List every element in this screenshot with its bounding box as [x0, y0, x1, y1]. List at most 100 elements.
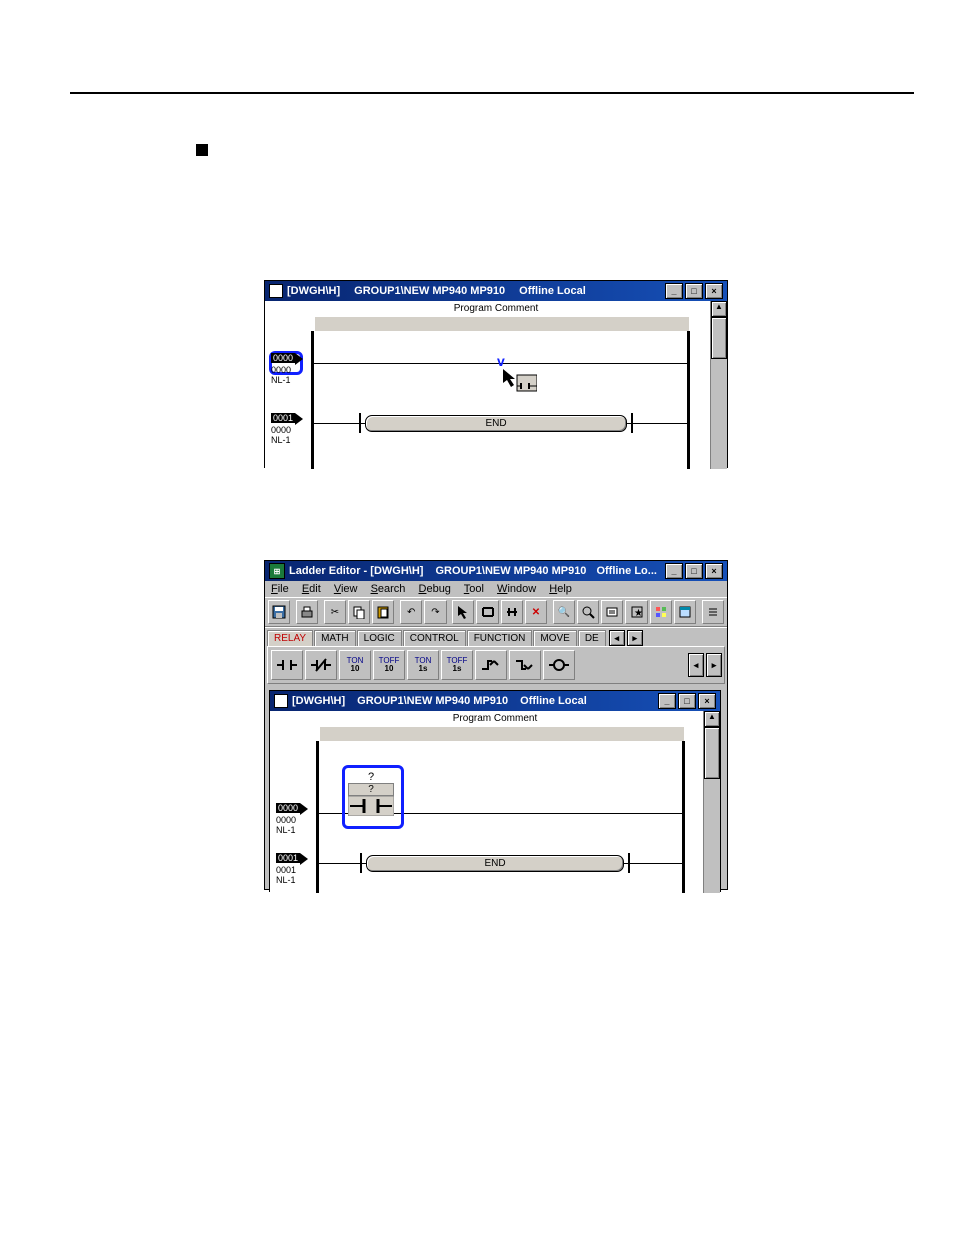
rung-0-tag[interactable]: 0000 0000 NL-1	[271, 353, 303, 385]
menu-search[interactable]: Search	[371, 583, 406, 595]
palette-button-row: TON10 TOFF10 TON1s TOFF1s ◂ ▸	[267, 646, 725, 684]
title-bar[interactable]: [DWGH\H] GROUP1\NEW MP940 MP910 Offline …	[265, 281, 727, 301]
svg-text:★: ★	[634, 608, 643, 619]
no-contact-button[interactable]	[271, 650, 303, 680]
document-icon	[269, 284, 283, 298]
end-instruction[interactable]: END	[365, 415, 627, 432]
rung-1-tag[interactable]: 0001 0001 NL-1	[276, 853, 308, 885]
ladder-canvas[interactable]: Program Comment 0000 0000 NL-1 v	[265, 301, 727, 469]
scroll-up-button[interactable]: ▲	[711, 301, 727, 317]
redo-button[interactable]: ↷	[424, 600, 446, 624]
title-status: Offline Local	[520, 695, 587, 707]
contact-comment-unknown: ?	[348, 771, 394, 783]
menu-debug[interactable]: Debug	[419, 583, 451, 595]
nc-contact-button[interactable]	[305, 650, 337, 680]
title-path: GROUP1\NEW MP940 MP910	[354, 285, 505, 297]
title-path: GROUP1\NEW MP940 MP910	[435, 565, 586, 577]
toff10-button[interactable]: TOFF10	[373, 650, 405, 680]
title-path: GROUP1\NEW MP940 MP910	[357, 695, 508, 707]
document-icon	[274, 694, 288, 708]
menu-tool[interactable]: Tool	[464, 583, 484, 595]
print-button[interactable]	[296, 600, 318, 624]
branch-button[interactable]	[476, 600, 498, 624]
paste-button[interactable]	[372, 600, 394, 624]
drag-cursor-icon	[503, 369, 537, 395]
zoom-button[interactable]	[577, 600, 599, 624]
app-title-bar[interactable]: ⊞ Ladder Editor - [DWGH\H] GROUP1\NEW MP…	[265, 561, 727, 581]
cut-button[interactable]: ✂	[324, 600, 346, 624]
minimize-button[interactable]: _	[658, 693, 676, 709]
falling-edge-button[interactable]	[509, 650, 541, 680]
tab-logic[interactable]: LOGIC	[357, 630, 402, 646]
left-power-rail	[311, 331, 314, 469]
child-title-bar[interactable]: [DWGH\H] GROUP1\NEW MP940 MP910 Offline …	[270, 691, 720, 711]
drop-marker-icon: v	[497, 353, 505, 369]
end-instruction[interactable]: END	[366, 855, 624, 872]
title-prefix: [DWGH\H]	[292, 695, 345, 707]
tab-de[interactable]: DE	[578, 630, 606, 646]
program-comment-label: Program Comment	[265, 303, 727, 314]
rung-0-tag[interactable]: 0000 0000 NL-1	[276, 803, 308, 835]
program-comment-bar[interactable]	[315, 317, 689, 331]
find-button[interactable]: 🔍	[553, 600, 575, 624]
main-toolbar: ✂ ↶ ↷ ✕ 🔍 ★	[265, 597, 727, 627]
rung-button[interactable]	[501, 600, 523, 624]
copy-button[interactable]	[348, 600, 370, 624]
ladder-canvas[interactable]: Program Comment 0000 0000 NL-1 ? ?	[270, 711, 720, 893]
comment-button[interactable]	[601, 600, 623, 624]
right-power-rail	[682, 741, 685, 893]
tab-move[interactable]: MOVE	[533, 630, 576, 646]
tab-relay[interactable]: RELAY	[267, 630, 313, 646]
bullet	[196, 144, 208, 156]
tab-scroll-right[interactable]: ▸	[627, 630, 643, 646]
pointer-button[interactable]	[452, 600, 474, 624]
vertical-scrollbar[interactable]: ▲	[710, 301, 727, 469]
palette-scroll-left[interactable]: ◂	[688, 653, 704, 677]
menu-help[interactable]: Help	[549, 583, 572, 595]
list-button[interactable]	[702, 600, 724, 624]
close-button[interactable]: ×	[698, 693, 716, 709]
window-button[interactable]	[674, 600, 696, 624]
scroll-thumb[interactable]	[711, 317, 727, 359]
close-button[interactable]: ×	[705, 283, 723, 299]
tab-scroll-left[interactable]: ◂	[609, 630, 625, 646]
ladder-editor-window: ⊞ Ladder Editor - [DWGH\H] GROUP1\NEW MP…	[264, 560, 728, 890]
title-status: Offline Lo...	[596, 565, 657, 577]
menu-file[interactable]: File	[271, 583, 289, 595]
undo-button[interactable]: ↶	[400, 600, 422, 624]
program-comment-bar[interactable]	[320, 727, 684, 741]
rung-1-tag[interactable]: 0001 0000 NL-1	[271, 413, 303, 445]
vertical-scrollbar[interactable]: ▲	[703, 711, 720, 893]
ton10-button[interactable]: TON10	[339, 650, 371, 680]
minimize-button[interactable]: _	[665, 283, 683, 299]
ton1s-button[interactable]: TON1s	[407, 650, 439, 680]
minimize-button[interactable]: _	[665, 563, 683, 579]
contact-address-unknown[interactable]: ?	[348, 783, 394, 796]
page-divider	[70, 92, 914, 94]
title-prefix: [DWGH\H]	[287, 285, 340, 297]
scroll-thumb[interactable]	[704, 727, 720, 779]
maximize-button[interactable]: □	[685, 283, 703, 299]
menu-edit[interactable]: Edit	[302, 583, 321, 595]
rung-arrow-icon	[295, 413, 303, 425]
menu-view[interactable]: View	[334, 583, 358, 595]
maximize-button[interactable]: □	[678, 693, 696, 709]
palette-scroll-right[interactable]: ▸	[706, 653, 722, 677]
tab-function[interactable]: FUNCTION	[467, 630, 533, 646]
delete-button[interactable]: ✕	[525, 600, 547, 624]
coil-button[interactable]	[543, 650, 575, 680]
tab-control[interactable]: CONTROL	[403, 630, 466, 646]
save-button[interactable]	[268, 600, 290, 624]
close-button[interactable]: ×	[705, 563, 723, 579]
toff1s-button[interactable]: TOFF1s	[441, 650, 473, 680]
menu-window[interactable]: Window	[497, 583, 536, 595]
scroll-up-button[interactable]: ▲	[704, 711, 720, 727]
tab-math[interactable]: MATH	[314, 630, 356, 646]
rising-edge-button[interactable]	[475, 650, 507, 680]
grid-button[interactable]	[650, 600, 672, 624]
ladder-child-window-1: [DWGH\H] GROUP1\NEW MP940 MP910 Offline …	[264, 280, 728, 468]
title-status: Offline Local	[519, 285, 586, 297]
maximize-button[interactable]: □	[685, 563, 703, 579]
new-contact-instruction[interactable]: ? ?	[348, 771, 394, 816]
bookmark-button[interactable]: ★	[625, 600, 647, 624]
